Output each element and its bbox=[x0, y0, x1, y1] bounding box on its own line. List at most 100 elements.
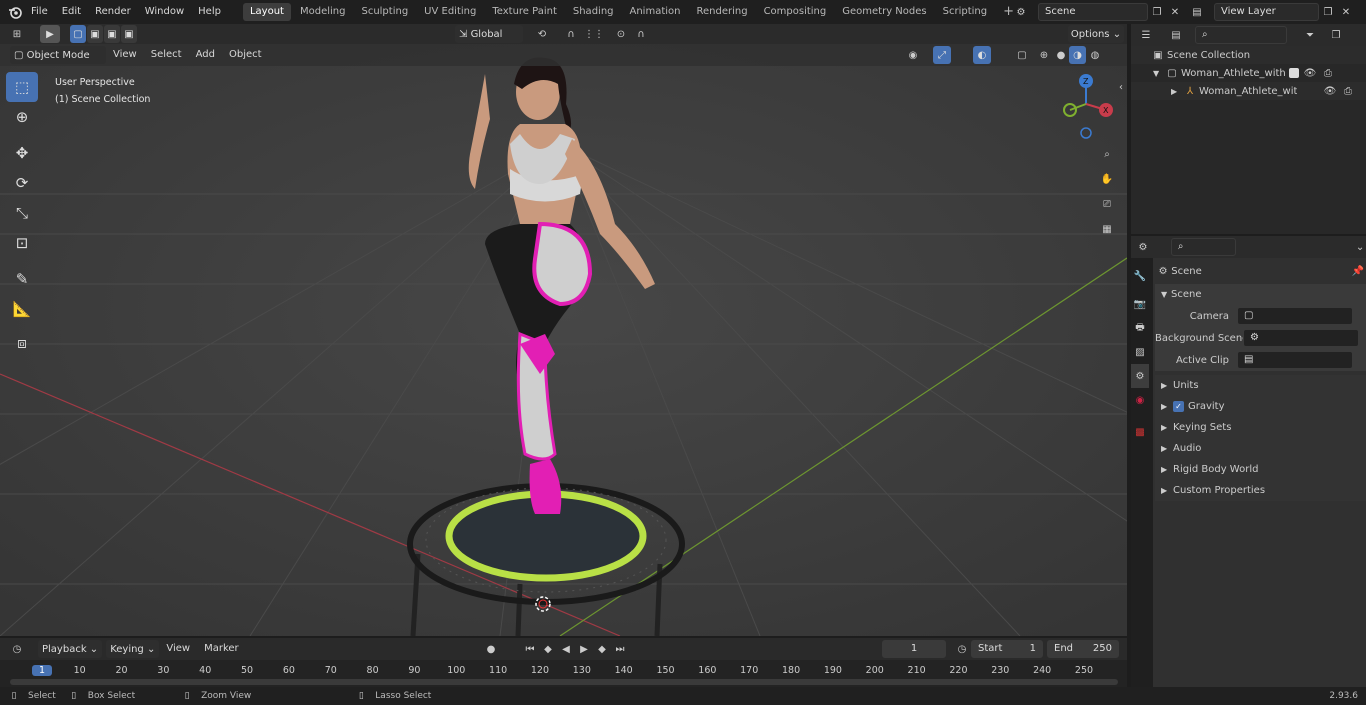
pin-icon[interactable]: 📌 bbox=[1350, 262, 1366, 280]
current-frame-marker[interactable]: 1 bbox=[32, 665, 52, 676]
xray-icon[interactable]: ▢ bbox=[1013, 46, 1031, 64]
copy-scene-icon[interactable]: ❐ bbox=[1148, 3, 1166, 21]
pivot-point-icon[interactable]: ⟲ bbox=[533, 25, 551, 43]
scale-tool-icon[interactable]: ⤡ bbox=[6, 198, 38, 228]
camera-field[interactable]: ▢ bbox=[1237, 307, 1353, 325]
close-scene-icon[interactable]: ✕ bbox=[1166, 3, 1184, 21]
view-layer-icon[interactable]: ▤ bbox=[1188, 3, 1206, 21]
options-dropdown[interactable]: Options ⌄ bbox=[1068, 25, 1124, 43]
select-mode-invert-icon[interactable]: ▣ bbox=[121, 25, 137, 43]
wireframe-shading-icon[interactable]: ⊕ bbox=[1035, 46, 1053, 64]
end-frame-field[interactable]: End 250 bbox=[1047, 640, 1119, 658]
material-shading-icon[interactable]: ◑ bbox=[1069, 46, 1086, 64]
close-layer-icon[interactable]: ✕ bbox=[1337, 3, 1355, 21]
menu-file[interactable]: File bbox=[24, 0, 55, 24]
solid-shading-icon[interactable]: ● bbox=[1052, 46, 1070, 64]
scene-name-field[interactable]: Scene bbox=[1038, 3, 1148, 21]
menu-help[interactable]: Help bbox=[191, 0, 228, 24]
gravity-panel[interactable]: ▶ ✓ Gravity bbox=[1155, 396, 1366, 417]
tab-rendering[interactable]: Rendering bbox=[689, 3, 754, 21]
measure-tool-icon[interactable]: 📐 bbox=[6, 294, 38, 324]
view-layer-field[interactable]: View Layer bbox=[1214, 3, 1319, 21]
gizmo-toggle-icon[interactable]: ⤢ bbox=[933, 46, 951, 64]
background-scene-field[interactable]: ⚙ bbox=[1243, 329, 1359, 347]
outliner-editor-icon[interactable]: ☰ bbox=[1137, 26, 1155, 44]
tab-scripting[interactable]: Scripting bbox=[936, 3, 994, 21]
play-reverse-icon[interactable]: ◀ bbox=[557, 640, 575, 658]
texture-tab-icon[interactable]: ▩ bbox=[1131, 420, 1149, 444]
tab-uv-editing[interactable]: UV Editing bbox=[417, 3, 483, 21]
add-cube-tool-icon[interactable]: ⧈ bbox=[6, 328, 38, 358]
transform-orientation-dropdown[interactable]: ⇲ Global bbox=[455, 25, 523, 43]
eye-icon[interactable]: 👁 bbox=[1301, 64, 1319, 82]
transform-tool-icon[interactable]: ⊡ bbox=[6, 228, 38, 258]
current-frame-field[interactable]: 1 bbox=[882, 640, 946, 658]
jump-start-icon[interactable]: ⏮ bbox=[521, 640, 539, 658]
proportional-edit-icon[interactable]: ⊙ bbox=[612, 25, 630, 43]
outliner-object-row[interactable]: ▶ ⅄ Woman_Athlete_with_Trampoline 👁 ⎙ bbox=[1131, 82, 1366, 100]
view-layer-tab-icon[interactable]: ▨ bbox=[1131, 340, 1149, 364]
menu-edit[interactable]: Edit bbox=[55, 0, 88, 24]
filter-icon[interactable]: ⏷ bbox=[1301, 26, 1319, 44]
tab-modeling[interactable]: Modeling bbox=[293, 3, 353, 21]
rotate-tool-icon[interactable]: ⟳ bbox=[6, 168, 38, 198]
gravity-checkbox[interactable]: ✓ bbox=[1173, 401, 1184, 412]
overlay-toggle-icon[interactable]: ◐ bbox=[973, 46, 991, 64]
new-collection-icon[interactable]: ❐ bbox=[1327, 26, 1345, 44]
start-frame-field[interactable]: Start 1 bbox=[971, 640, 1043, 658]
select-tool-button[interactable]: ▶ bbox=[40, 25, 60, 43]
menu-select[interactable]: Select bbox=[144, 43, 189, 67]
tab-compositing[interactable]: Compositing bbox=[757, 3, 834, 21]
active-clip-field[interactable]: ▤ bbox=[1237, 351, 1353, 369]
units-panel[interactable]: ▶ Units bbox=[1155, 375, 1366, 396]
render-tab-icon[interactable]: 📷 bbox=[1131, 292, 1149, 316]
play-icon[interactable]: ▶ bbox=[575, 640, 593, 658]
tab-layout[interactable]: Layout bbox=[242, 3, 291, 21]
audio-panel[interactable]: ▶ Audio bbox=[1155, 438, 1366, 459]
menu-window[interactable]: Window bbox=[138, 0, 191, 24]
select-mode-extend-icon[interactable]: ▣ bbox=[87, 25, 103, 43]
timeline-marker-menu[interactable]: Marker bbox=[197, 637, 246, 661]
record-icon[interactable]: ● bbox=[482, 640, 500, 658]
tool-tab-icon[interactable]: 🔧 bbox=[1131, 264, 1149, 288]
clock-icon[interactable]: ◷ bbox=[953, 640, 971, 658]
expand-arrow-icon[interactable]: ▶ bbox=[1171, 87, 1181, 96]
annotate-tool-icon[interactable]: ✎ bbox=[6, 264, 38, 294]
sidebar-toggle-icon[interactable]: ‹ bbox=[1116, 78, 1126, 96]
tab-texture-paint[interactable]: Texture Paint bbox=[485, 3, 564, 21]
menu-object[interactable]: Object bbox=[222, 43, 269, 67]
select-mode-subtract-icon[interactable]: ▣ bbox=[104, 25, 120, 43]
timeline-view-menu[interactable]: View bbox=[159, 637, 197, 661]
pan-hand-icon[interactable]: ✋ bbox=[1098, 167, 1116, 192]
properties-options-icon[interactable]: ⌄ bbox=[1354, 238, 1366, 256]
snap-target-icon[interactable]: ⋮⋮ bbox=[584, 25, 604, 43]
output-tab-icon[interactable]: 🖶 bbox=[1131, 316, 1149, 340]
tab-sculpting[interactable]: Sculpting bbox=[354, 3, 415, 21]
jump-end-icon[interactable]: ⏭ bbox=[611, 640, 629, 658]
copy-layer-icon[interactable]: ❐ bbox=[1319, 3, 1337, 21]
timeline-editor-icon[interactable]: ◷ bbox=[8, 640, 26, 658]
keying-sets-panel[interactable]: ▶ Keying Sets bbox=[1155, 417, 1366, 438]
next-keyframe-icon[interactable]: ◆ bbox=[593, 640, 611, 658]
ortho-grid-icon[interactable]: ▦ bbox=[1098, 217, 1116, 242]
camera-icon[interactable]: ⎙ bbox=[1339, 82, 1357, 100]
scene-icon[interactable]: ⚙ bbox=[1012, 3, 1030, 21]
menu-add[interactable]: Add bbox=[189, 43, 222, 67]
rendered-shading-icon[interactable]: ◍ bbox=[1086, 46, 1104, 64]
keying-menu[interactable]: Keying ⌄ bbox=[106, 640, 160, 658]
tab-animation[interactable]: Animation bbox=[623, 3, 688, 21]
prev-keyframe-icon[interactable]: ◆ bbox=[539, 640, 557, 658]
tab-geometry-nodes[interactable]: Geometry Nodes bbox=[835, 3, 933, 21]
camera-icon[interactable]: ⎙ bbox=[1319, 64, 1337, 82]
outliner-collection-row[interactable]: ▼ ▢ Woman_Athlete_with_Trampoline 👁 ⎙ bbox=[1131, 64, 1366, 82]
eye-icon[interactable]: 👁 bbox=[1321, 82, 1339, 100]
playback-menu[interactable]: Playback ⌄ bbox=[38, 640, 103, 658]
camera-view-icon[interactable]: ⎚ bbox=[1098, 192, 1116, 217]
display-mode-icon[interactable]: ▤ bbox=[1167, 26, 1185, 44]
menu-render[interactable]: Render bbox=[88, 0, 138, 24]
select-box-tool-icon[interactable]: ⬚ bbox=[6, 72, 38, 102]
outliner-search-input[interactable]: ⌕ bbox=[1195, 26, 1287, 44]
visibility-icon[interactable]: ◉ bbox=[904, 46, 922, 64]
menu-view[interactable]: View bbox=[106, 43, 144, 67]
custom-properties-panel[interactable]: ▶ Custom Properties bbox=[1155, 480, 1366, 501]
